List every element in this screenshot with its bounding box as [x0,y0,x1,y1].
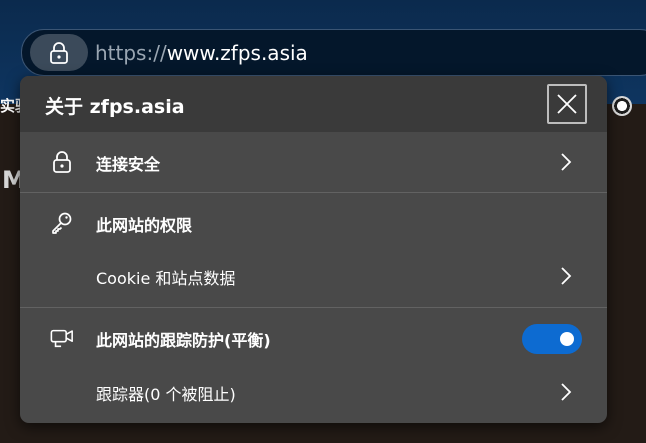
site-permissions-label: 此网站的权限 [96,216,193,235]
chevron-right-icon [561,153,572,171]
url-domain: www.zfps.asia [166,41,308,65]
connection-security-label: 连接安全 [96,155,161,174]
extension-icon[interactable] [612,96,632,116]
popup-header: 关于 zfps.asia [20,76,607,132]
tracking-prevention-row: 此网站的跟踪防护(平衡) [20,308,607,368]
site-permissions-row: 此网站的权限 [20,193,607,253]
key-icon [50,211,74,235]
tracking-prevention-label: 此网站的跟踪防护(平衡) [96,331,271,350]
address-bar[interactable]: https://www.zfps.asia [21,29,646,76]
tracking-camera-icon [50,326,74,350]
site-info-popup: 关于 zfps.asia 连接安全 此网站的权限 Cookie 和站点数据 此网… [20,76,607,423]
chevron-right-icon [561,267,572,285]
connection-security-row[interactable]: 连接安全 [20,132,607,192]
close-icon [557,94,577,114]
popup-title: 关于 zfps.asia [45,96,185,118]
cookies-row[interactable]: Cookie 和站点数据 [20,246,607,306]
trackers-label: 跟踪器(0 个被阻止) [96,385,236,404]
lock-icon [50,41,68,64]
tracking-prevention-toggle[interactable] [522,324,582,354]
url-scheme: https:// [95,41,167,65]
site-info-button[interactable] [30,34,88,71]
chevron-right-icon [561,383,572,401]
lock-icon [50,150,74,174]
cookies-label: Cookie 和站点数据 [96,269,236,288]
toggle-knob [560,332,574,346]
close-button[interactable] [547,84,587,124]
url-text[interactable]: https://www.zfps.asia [95,41,308,65]
trackers-row[interactable]: 跟踪器(0 个被阻止) [20,362,607,422]
